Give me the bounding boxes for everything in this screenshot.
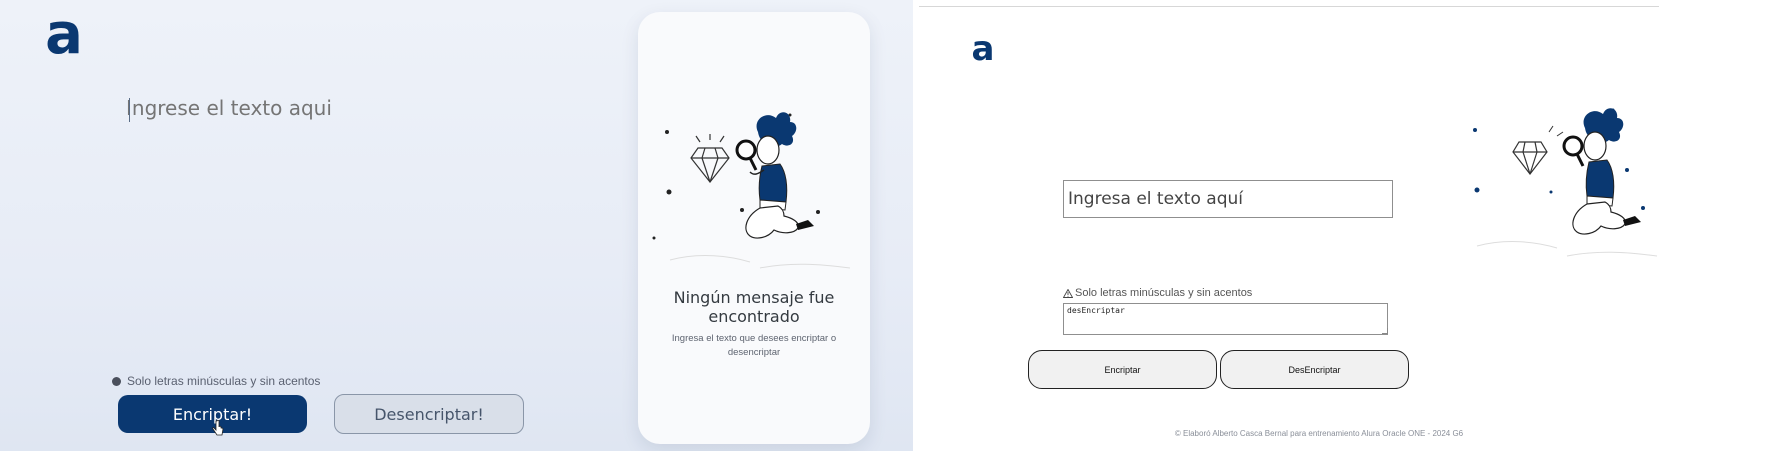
warning-triangle-icon (1063, 288, 1073, 298)
resize-handle[interactable] (1382, 328, 1388, 334)
alura-logo: a (971, 29, 995, 69)
info-dot-icon (112, 376, 121, 386)
alura-logo: a (45, 2, 83, 67)
warning-note: Solo letras minúsculas y sin acentos (1063, 287, 1252, 299)
reference-app-frame: a Solo letras minúsculas y sin acentos E… (0, 0, 913, 451)
footer-text: © Elaboró Alberto Casca Bernal para entr… (1174, 429, 1464, 438)
text-caret (129, 98, 130, 122)
person-magnifier-illustration (1473, 108, 1658, 257)
decrypt-button[interactable]: DesEncriptar (1220, 350, 1409, 389)
diamond-icon (690, 134, 730, 183)
text-input[interactable] (126, 96, 506, 120)
output-card: Ningún mensaje fue encontrado Ingresa el… (638, 12, 870, 444)
footer: © Elaboró Alberto Casca Bernal para entr… (919, 429, 1589, 438)
text-input[interactable] (1063, 180, 1393, 218)
top-rule (919, 6, 1659, 7)
result-textarea[interactable]: desEncriptar (1063, 303, 1388, 335)
encrypt-button[interactable]: Encriptar (1028, 350, 1217, 389)
warning-text: Solo letras minúsculas y sin acentos (1075, 287, 1253, 299)
output-title: Ningún mensaje fue encontrado (673, 288, 835, 326)
decrypt-button[interactable]: Desencriptar! (334, 394, 524, 434)
person-magnifier-illustration (652, 112, 851, 269)
warning-note: Solo letras minúsculas y sin acentos (112, 374, 320, 388)
warning-text: Solo letras minúsculas y sin acentos (127, 374, 321, 388)
output-description: Ingresa el texto que desees encriptar o … (671, 333, 837, 358)
diamond-icon (1512, 141, 1548, 175)
recreated-page: a Solo letras minúsculas y sin acentos d… (919, 0, 1791, 451)
hand-pointer-icon (212, 420, 224, 436)
